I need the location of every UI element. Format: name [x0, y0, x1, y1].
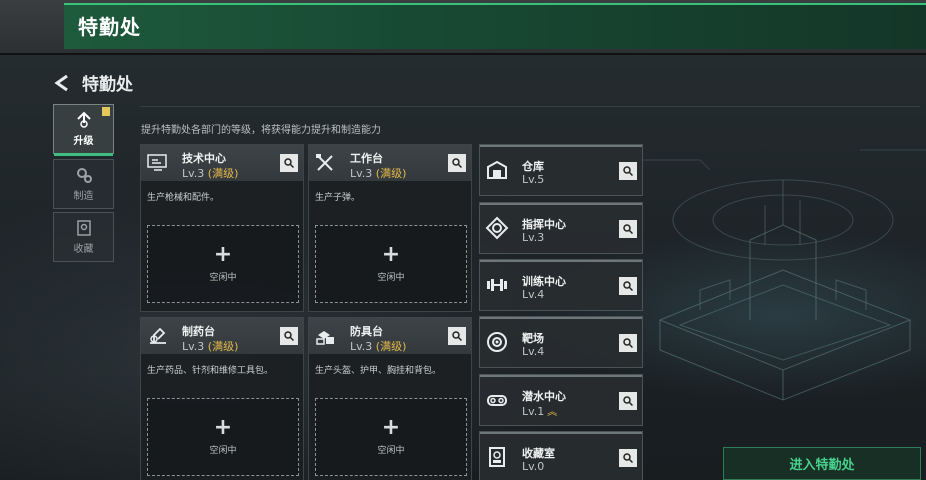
workbench-icon: [316, 154, 333, 171]
top-header-bar: 特勤处: [0, 0, 926, 55]
collection-room-icon: [489, 447, 505, 467]
shooting-range-icon: [487, 332, 507, 352]
facility-command-center[interactable]: 指挥中心 Lv.3: [479, 202, 643, 254]
facility-name: 仓库: [522, 160, 544, 173]
department-name: 制药台: [182, 325, 215, 338]
tech-center-icon: [147, 154, 167, 171]
department-name: 工作台: [350, 152, 383, 165]
back-arrow-icon: [54, 74, 68, 91]
search-icon: [284, 331, 294, 341]
facility-name: 收藏室: [522, 447, 555, 460]
plus-icon: +: [213, 415, 233, 440]
slot-status: 空闲中: [209, 446, 237, 456]
department-level: Lv.3 (满级): [182, 340, 239, 353]
facility-name: 指挥中心: [522, 218, 566, 231]
slot-status: 空闲中: [209, 273, 237, 283]
facility-warehouse[interactable]: 仓库 Lv.5: [479, 144, 643, 196]
warehouse-icon: [487, 160, 507, 179]
search-icon: [452, 331, 462, 341]
production-slot[interactable]: + 空闲中: [147, 398, 299, 476]
upgrade-icon: [76, 111, 91, 128]
collection-icon: [76, 220, 91, 236]
search-button[interactable]: [280, 327, 298, 345]
enter-button-label: 进入特勤处: [789, 458, 855, 473]
command-center-icon: [485, 216, 509, 240]
diving-center-icon: [487, 395, 507, 406]
facility-name: 靶场: [522, 332, 544, 345]
department-card-workbench[interactable]: 工作台 Lv.3 (满级) 生产子弹。 + 空闲中: [308, 144, 472, 312]
tab-label: 制造: [73, 191, 94, 202]
facility-level: Lv.4: [522, 288, 545, 301]
facility-level: Lv.4: [522, 345, 545, 358]
facility-level: Lv.5: [522, 173, 545, 186]
department-description: 生产枪械和配件。: [147, 193, 220, 203]
production-slot[interactable]: + 空闲中: [315, 398, 467, 476]
header-accent: [64, 3, 926, 49]
enter-button[interactable]: 进入特勤处: [723, 447, 921, 480]
facility-level: Lv.0: [522, 460, 545, 473]
plus-icon: +: [213, 242, 233, 267]
search-button[interactable]: [619, 334, 637, 352]
tab-craft[interactable]: 制造: [53, 159, 114, 209]
department-level: Lv.3 (满级): [182, 167, 239, 180]
base-hologram-image: [640, 149, 926, 401]
back-button[interactable]: 特勤处: [52, 70, 133, 95]
search-button[interactable]: [619, 392, 637, 410]
plus-icon: +: [381, 242, 401, 267]
production-slot[interactable]: + 空闲中: [147, 225, 299, 303]
search-button[interactable]: [448, 327, 466, 345]
gears-icon: [76, 168, 92, 183]
facility-diving-center[interactable]: 潜水中心 Lv.1 ︽: [479, 374, 643, 426]
search-icon: [623, 281, 633, 291]
facility-level: Lv.1 ︽: [522, 405, 558, 418]
upgrade-available-icon: ︽: [547, 407, 558, 418]
armor-bench-icon: [316, 331, 334, 345]
search-button[interactable]: [619, 277, 637, 295]
search-icon: [452, 158, 462, 168]
pharmacy-icon: [150, 327, 166, 344]
department-level: Lv.3 (满级): [350, 167, 407, 180]
department-name: 防具台: [350, 325, 383, 338]
department-description: 生产头盔、护甲、胸挂和背包。: [315, 366, 442, 376]
search-button[interactable]: [280, 154, 298, 172]
search-icon: [623, 166, 633, 176]
facility-level: Lv.3: [522, 231, 545, 244]
search-button[interactable]: [448, 154, 466, 172]
facility-name: 潜水中心: [522, 390, 566, 403]
search-button[interactable]: [619, 449, 637, 467]
department-description: 生产子弹。: [315, 193, 361, 203]
tab-upgrade[interactable]: 升级: [53, 104, 114, 156]
search-button[interactable]: [619, 162, 637, 180]
notification-badge: [102, 107, 110, 116]
department-description: 生产药品、针剂和维修工具包。: [147, 366, 274, 376]
facility-shooting-range[interactable]: 靶场 Lv.4: [479, 316, 643, 368]
search-icon: [284, 158, 294, 168]
facility-training-center[interactable]: 训练中心 Lv.4: [479, 259, 643, 311]
production-slot[interactable]: + 空闲中: [315, 225, 467, 303]
tab-label: 升级: [73, 136, 94, 147]
search-icon: [623, 396, 633, 406]
tab-collection[interactable]: 收藏: [53, 212, 114, 262]
tab-label: 收藏: [73, 244, 94, 255]
department-card-armor-bench[interactable]: 防具台 Lv.3 (满级) 生产头盔、护甲、胸挂和背包。 + 空闲中: [308, 317, 472, 480]
department-card-pharmacy[interactable]: 制药台 Lv.3 (满级) 生产药品、针剂和维修工具包。 + 空闲中: [140, 317, 304, 480]
divider: [140, 106, 920, 107]
header-title: 特勤处: [78, 15, 141, 39]
slot-status: 空闲中: [377, 446, 405, 456]
department-card-tech-center[interactable]: 技术中心 Lv.3 (满级) 生产枪械和配件。 + 空闲中: [140, 144, 304, 312]
facility-name: 训练中心: [522, 275, 566, 288]
department-level: Lv.3 (满级): [350, 340, 407, 353]
search-button[interactable]: [619, 220, 637, 238]
plus-icon: +: [381, 415, 401, 440]
slot-status: 空闲中: [377, 273, 405, 283]
search-icon: [623, 224, 633, 234]
search-icon: [623, 453, 633, 463]
upgrade-description: 提升特勤处各部门的等级，将获得能力提升和制造能力: [141, 125, 381, 136]
facility-collection-room[interactable]: 收藏室 Lv.0: [479, 431, 643, 480]
search-icon: [623, 338, 633, 348]
department-name: 技术中心: [182, 152, 226, 165]
training-center-icon: [487, 279, 507, 291]
page-title: 特勤处: [82, 75, 133, 95]
